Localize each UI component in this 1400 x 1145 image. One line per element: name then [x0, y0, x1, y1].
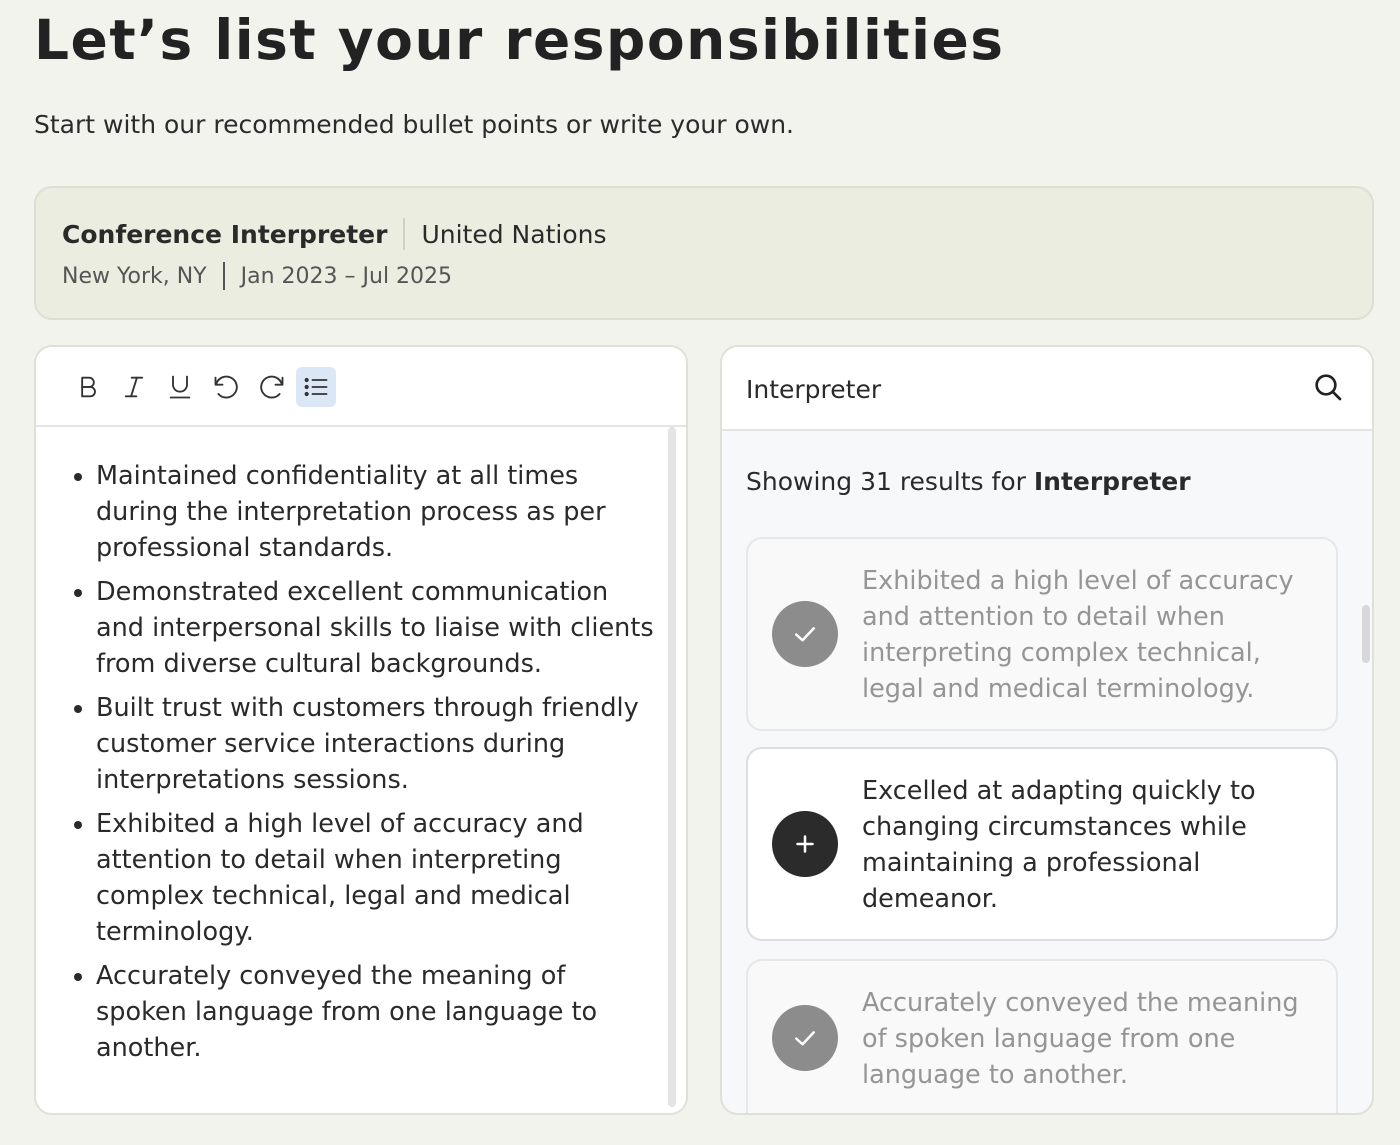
redo-button[interactable]	[252, 367, 292, 407]
search-input[interactable]	[746, 369, 1266, 409]
check-icon	[795, 1031, 815, 1046]
add-suggestion-button[interactable]	[772, 811, 838, 877]
suggestion-card[interactable]: Accurately conveyed the meaning of spoke…	[746, 959, 1338, 1113]
suggestion-text: Excelled at adapting quickly to changing…	[862, 776, 1256, 914]
divider	[403, 218, 406, 250]
suggestions-panel: Showing 31 results for Interpreter Exhib…	[720, 345, 1374, 1115]
undo-button[interactable]	[206, 367, 246, 407]
bullet-item[interactable]: Built trust with customers through frien…	[96, 690, 656, 798]
suggestion-card[interactable]: Excelled at adapting quickly to changing…	[746, 747, 1338, 941]
job-meta-row: New York, NY Jan 2023 – Jul 2025	[62, 262, 452, 290]
page-subtitle: Start with our recommended bullet points…	[34, 110, 794, 139]
results-query: Interpreter	[1033, 467, 1191, 496]
suggestion-text: Exhibited a high level of accuracy and a…	[862, 566, 1294, 704]
underline-button[interactable]	[160, 367, 200, 407]
bullet-list-button[interactable]	[296, 367, 336, 407]
job-location: New York, NY	[62, 263, 207, 289]
plus-icon	[796, 835, 814, 853]
panel-scrollbar[interactable]	[1362, 605, 1370, 663]
bullet-item[interactable]: Exhibited a high level of accuracy and a…	[96, 806, 656, 950]
job-summary-card: Conference Interpreter United Nations Ne…	[34, 186, 1374, 320]
added-check-button[interactable]	[772, 601, 838, 667]
bullet-item[interactable]: Accurately conveyed the meaning of spoke…	[96, 958, 656, 1066]
job-company: United Nations	[421, 219, 607, 249]
results-prefix: Showing 31 results for	[746, 467, 1034, 496]
suggestion-text: Accurately conveyed the meaning of spoke…	[862, 988, 1299, 1090]
suggestion-card[interactable]: Exhibited a high level of accuracy and a…	[746, 537, 1338, 731]
bullet-item[interactable]: Demonstrated excellent communication and…	[96, 574, 656, 682]
editor-toolbar	[36, 347, 686, 427]
job-title-row: Conference Interpreter United Nations	[62, 218, 607, 250]
editor-scrollbar[interactable]	[668, 427, 676, 1107]
page-title: Let’s list your responsibilities	[34, 8, 1005, 72]
results-count: Showing 31 results for Interpreter	[746, 467, 1191, 496]
italic-button[interactable]	[114, 367, 154, 407]
bold-icon	[81, 376, 96, 398]
added-check-button[interactable]	[772, 1005, 838, 1071]
job-title: Conference Interpreter	[62, 219, 388, 249]
bold-button[interactable]	[68, 367, 108, 407]
job-dates: Jan 2023 – Jul 2025	[240, 263, 453, 289]
undo-icon	[214, 375, 238, 399]
check-icon	[795, 627, 815, 642]
bullet-item[interactable]: Maintained confidentiality at all times …	[96, 458, 656, 566]
search-icon[interactable]	[1312, 371, 1344, 403]
bullet-list-icon	[304, 377, 328, 397]
underline-icon	[169, 375, 191, 399]
search-bar	[722, 347, 1372, 431]
bullet-list[interactable]: Maintained confidentiality at all times …	[96, 458, 656, 1074]
italic-icon	[124, 376, 144, 398]
redo-icon	[260, 375, 284, 399]
divider	[222, 262, 225, 290]
